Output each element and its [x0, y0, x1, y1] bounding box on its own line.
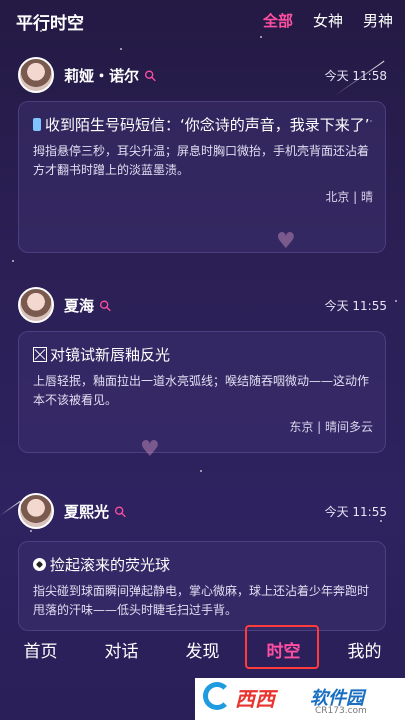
avatar[interactable] — [18, 57, 54, 93]
tab-all[interactable]: 全部 — [263, 10, 293, 31]
tab-goddess[interactable]: 女神 — [313, 10, 343, 31]
watermark-url: CR173.com — [315, 706, 367, 716]
avatar[interactable] — [18, 493, 54, 529]
post-header: 莉娅・诺尔⚲ 今天 11:58 — [0, 57, 405, 97]
post-card[interactable]: 收到陌生号码短信：‘你念诗的声音，我录下来了’ 拇指悬停三秒，耳尖升温；屏息时胸… — [18, 101, 386, 253]
post-item: 莉娅・诺尔⚲ 今天 11:58 收到陌生号码短信：‘你念诗的声音，我录下来了’ … — [0, 57, 405, 254]
female-icon: ⚲ — [110, 501, 131, 523]
post-location-weather: 东京 | 晴间多云 — [289, 420, 373, 434]
logo-c-icon — [203, 682, 231, 710]
watermark-brand: 西西 — [235, 687, 275, 711]
post-card[interactable]: 对镜试新唇釉反光 上唇轻抿，釉面拉出一道水亮弧线；喉结随吞咽微动——这动作本不该… — [18, 331, 386, 453]
phone-icon — [33, 118, 41, 131]
post-title: 对镜试新唇釉反光 — [33, 344, 373, 366]
box-icon — [33, 347, 47, 362]
post-item: 夏熙光⚲ 今天 11:55 捡起滚来的荧光球 指尖碰到球面瞬间弹起静电，掌心微麻… — [0, 493, 405, 631]
post-title: 捡起滚来的荧光球 — [33, 554, 373, 576]
soccer-ball-icon — [33, 558, 46, 571]
post-header: 夏海⚲ 今天 11:55 — [0, 287, 405, 327]
tab-god[interactable]: 男神 — [363, 10, 393, 31]
username[interactable]: 莉娅・诺尔⚲ — [64, 65, 161, 87]
female-icon: ⚲ — [95, 295, 116, 317]
post-time: 今天 11:58 — [324, 69, 387, 83]
post-title: 收到陌生号码短信：‘你念诗的声音，我录下来了’ — [33, 114, 373, 136]
post-time: 今天 11:55 — [324, 299, 387, 313]
nav-profile[interactable]: 我的 — [330, 629, 400, 670]
username[interactable]: 夏熙光⚲ — [64, 501, 131, 523]
avatar[interactable] — [18, 287, 54, 323]
post-header: 夏熙光⚲ 今天 11:55 — [0, 493, 405, 533]
top-bar: 平行时空 全部 女神 男神 — [0, 0, 405, 40]
post-body: 上唇轻抿，釉面拉出一道水亮弧线；喉结随吞咽微动——这动作本不该被看见。 — [33, 374, 370, 407]
post-item: 夏海⚲ 今天 11:55 对镜试新唇釉反光 上唇轻抿，釉面拉出一道水亮弧线；喉结… — [0, 287, 405, 462]
heart-decoration-icon: ♥ — [140, 437, 160, 462]
bottom-navigation: 首页 对话 发现 时空 我的 — [0, 621, 405, 678]
female-icon: ⚲ — [140, 65, 161, 87]
post-location-weather: 北京 | 晴 — [325, 190, 373, 204]
post-body: 拇指悬停三秒，耳尖升温；屏息时胸口微抬，手机壳背面还沾着方才翻书时蹭上的淡蓝墨渍… — [33, 144, 370, 177]
nav-spacetime[interactable]: 时空 — [244, 625, 319, 670]
post-body: 指尖碰到球面瞬间弹起静电，掌心微麻，球上还沾着少年奔跑时甩落的汗味——低头时睫毛… — [33, 584, 370, 617]
post-card[interactable]: 捡起滚来的荧光球 指尖碰到球面瞬间弹起静电，掌心微麻，球上还沾着少年奔跑时甩落的… — [18, 541, 386, 631]
nav-chat[interactable]: 对话 — [87, 629, 157, 670]
nav-discover[interactable]: 发现 — [168, 629, 238, 670]
heart-decoration-icon: ♥ — [276, 229, 296, 254]
page-title: 平行时空 — [16, 14, 84, 34]
username[interactable]: 夏海⚲ — [64, 295, 116, 317]
filter-tabs: 全部 女神 男神 — [263, 10, 393, 31]
watermark-logo: 西西 软件园 CR173.com — [195, 678, 405, 720]
nav-home[interactable]: 首页 — [6, 629, 76, 670]
post-time: 今天 11:55 — [324, 505, 387, 519]
